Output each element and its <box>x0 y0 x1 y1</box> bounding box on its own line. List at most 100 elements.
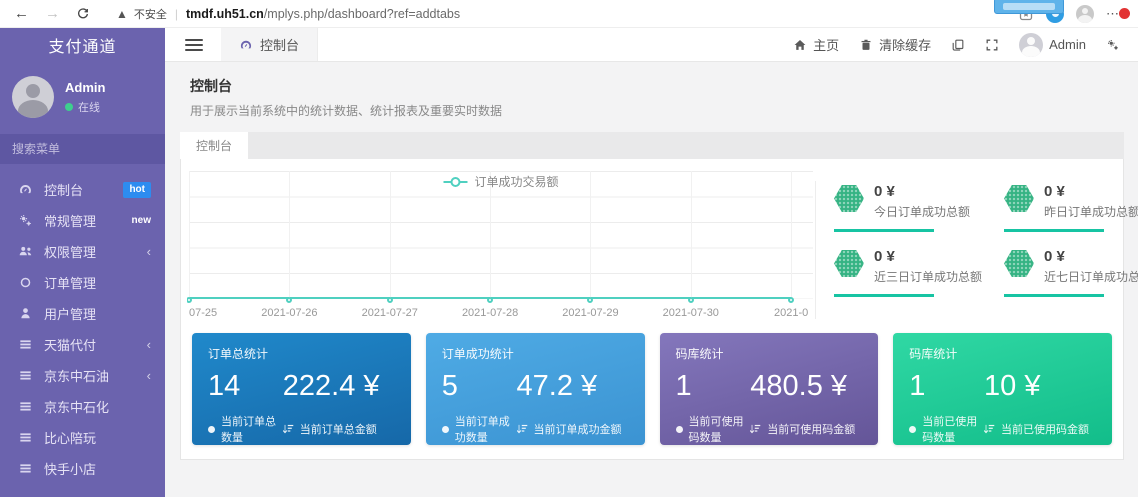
brand-title[interactable]: 支付通道 <box>0 28 165 62</box>
sidebar-item-general[interactable]: 常规管理 new <box>0 205 165 236</box>
sidebar-item-label: 权限管理 <box>44 242 96 261</box>
panel-tab-dashboard[interactable]: 控制台 <box>180 132 248 159</box>
expand-icon <box>985 38 999 52</box>
x-axis-label: 2021-07-30 <box>663 307 719 319</box>
list-icon <box>18 430 33 445</box>
hexagon-icon <box>834 250 864 277</box>
x-axis-label: 2021-07-29 <box>562 307 618 319</box>
sidebar-item-jd-petrochina[interactable]: 京东中石油 ‹ <box>0 360 165 391</box>
x-axis-label: 2021-07-27 <box>362 307 418 319</box>
sidebar-item-label: 比心陪玩 <box>44 428 96 447</box>
gauge-icon <box>239 38 253 52</box>
card-title: 码库统计 <box>676 345 863 362</box>
back-icon[interactable]: ← <box>14 5 29 22</box>
sidebar-item-label: 京东中石油 <box>44 366 109 385</box>
main-area: 控制台 主页 清除缓存 Admin <box>165 28 1138 497</box>
stat-value: 0 ¥ <box>874 248 982 265</box>
browser-actions: ⋯ <box>1018 0 1128 27</box>
sidebar-item-permissions[interactable]: 权限管理 ‹ <box>0 236 165 267</box>
dot-icon <box>208 426 215 433</box>
card-count-label: 当前订单总数量 <box>221 413 283 445</box>
card-title: 订单成功统计 <box>442 345 629 362</box>
data-point[interactable] <box>387 297 393 303</box>
sidebar: 支付通道 Admin 在线 控制台 hot 常规管理 new <box>0 28 165 497</box>
copy-page-button[interactable] <box>951 38 965 52</box>
grid-vline <box>590 171 591 299</box>
stat-value: 0 ¥ <box>874 183 970 200</box>
trash-icon <box>859 38 873 52</box>
data-point[interactable] <box>788 297 794 303</box>
warning-triangle-icon: ▲ <box>116 7 128 21</box>
stat-label: 近三日订单成功总额 <box>874 268 982 285</box>
home-button[interactable]: 主页 <box>793 35 839 54</box>
sidebar-item-label: 订单管理 <box>44 273 96 292</box>
clear-cache-button[interactable]: 清除缓存 <box>859 35 931 54</box>
sidebar-user[interactable]: Admin 在线 <box>0 62 165 130</box>
topbar: 控制台 主页 清除缓存 Admin <box>165 28 1138 62</box>
copy-icon <box>951 38 965 52</box>
content: 控制台 用于展示当前系统中的统计数据、统计报表及重要实时数据 控制台 订单成功交… <box>165 62 1138 460</box>
card-amount-label: 当前已使用码金额 <box>1001 421 1089 437</box>
url-text[interactable]: tmdf.uh51.cn/mplys.php/dashboard?ref=add… <box>186 7 460 21</box>
sidebar-item-bixin[interactable]: 比心陪玩 <box>0 422 165 453</box>
x-axis-label: 2021-07-26 <box>261 307 317 319</box>
panel-tabstrip: 控制台 <box>180 132 1124 159</box>
browser-profile-avatar[interactable] <box>1076 5 1094 23</box>
sidebar-item-tmall[interactable]: 天猫代付 ‹ <box>0 329 165 360</box>
chart-legend[interactable]: 订单成功交易额 <box>443 173 558 190</box>
card-orders-success: 订单成功统计 547.2 ¥ 当前订单成功数量 当前订单成功金额 <box>426 333 645 445</box>
extension-tooltip <box>994 0 1064 14</box>
menu-search <box>0 134 165 164</box>
sidebar-item-dashboard[interactable]: 控制台 hot <box>0 174 165 205</box>
page-subtitle: 用于展示当前系统中的统计数据、统计报表及重要实时数据 <box>190 102 1124 119</box>
browser-chrome: ← → ▲ 不安全 | tmdf.uh51.cn/mplys.php/dashb… <box>0 0 1138 28</box>
tab-dashboard[interactable]: 控制台 <box>221 28 318 61</box>
tab-label: 控制台 <box>260 35 299 54</box>
search-input[interactable] <box>12 142 167 156</box>
sort-amount-icon <box>984 424 995 435</box>
forward-icon[interactable]: → <box>45 5 60 22</box>
hot-badge: hot <box>123 182 151 198</box>
security-label: 不安全 <box>134 6 167 22</box>
notification-dot <box>1119 8 1130 19</box>
sidebar-item-kuaishou[interactable]: 快手小店 <box>0 453 165 484</box>
card-count: 5 <box>442 370 458 403</box>
gauge-icon <box>18 182 33 197</box>
refresh-icon[interactable] <box>76 7 90 21</box>
sidebar-item-orders[interactable]: 订单管理 <box>0 267 165 298</box>
online-dot-icon <box>65 103 73 111</box>
address-bar[interactable]: ▲ 不安全 | tmdf.uh51.cn/mplys.php/dashboard… <box>116 6 460 22</box>
sort-amount-icon <box>283 424 294 435</box>
data-point[interactable] <box>286 297 292 303</box>
list-icon <box>18 399 33 414</box>
users-icon <box>18 244 33 259</box>
grid-vline <box>490 171 491 299</box>
stat-label: 今日订单成功总额 <box>874 203 970 220</box>
quick-stat-7days: 0 ¥ 近七日订单成功总额 <box>1004 248 1138 297</box>
grid-vline <box>390 171 391 299</box>
page-title: 控制台 <box>190 76 1124 96</box>
browser-menu-icon[interactable]: ⋯ <box>1106 6 1128 22</box>
settings-button[interactable] <box>1106 38 1120 52</box>
card-amount-label: 当前订单成功金额 <box>534 421 622 437</box>
chart-plot-area <box>189 171 813 299</box>
quick-stats: 0 ¥ 今日订单成功总额 0 ¥ 昨日订单成功总额 <box>815 181 1117 319</box>
sidebar-item-users[interactable]: 用户管理 <box>0 298 165 329</box>
sidebar-item-label: 控制台 <box>44 180 83 199</box>
grid-vline <box>289 171 290 299</box>
grid-vline <box>189 171 190 299</box>
page-root: ← → ▲ 不安全 | tmdf.uh51.cn/mplys.php/dashb… <box>0 0 1138 497</box>
quick-stat-today: 0 ¥ 今日订单成功总额 <box>834 183 982 232</box>
data-point[interactable] <box>688 297 694 303</box>
sidebar-item-jd-sinopec[interactable]: 京东中石化 <box>0 391 165 422</box>
data-point[interactable] <box>587 297 593 303</box>
stat-value: 0 ¥ <box>1044 183 1138 200</box>
topbar-user[interactable]: Admin <box>1019 33 1086 57</box>
data-point[interactable] <box>187 297 192 303</box>
stat-underline <box>1004 229 1104 232</box>
hamburger-icon[interactable] <box>185 39 203 51</box>
url-path: /mplys.php/dashboard?ref=addtabs <box>264 7 460 21</box>
card-amount-label: 当前可使用码金额 <box>767 421 855 437</box>
data-point[interactable] <box>487 297 493 303</box>
fullscreen-button[interactable] <box>985 38 999 52</box>
